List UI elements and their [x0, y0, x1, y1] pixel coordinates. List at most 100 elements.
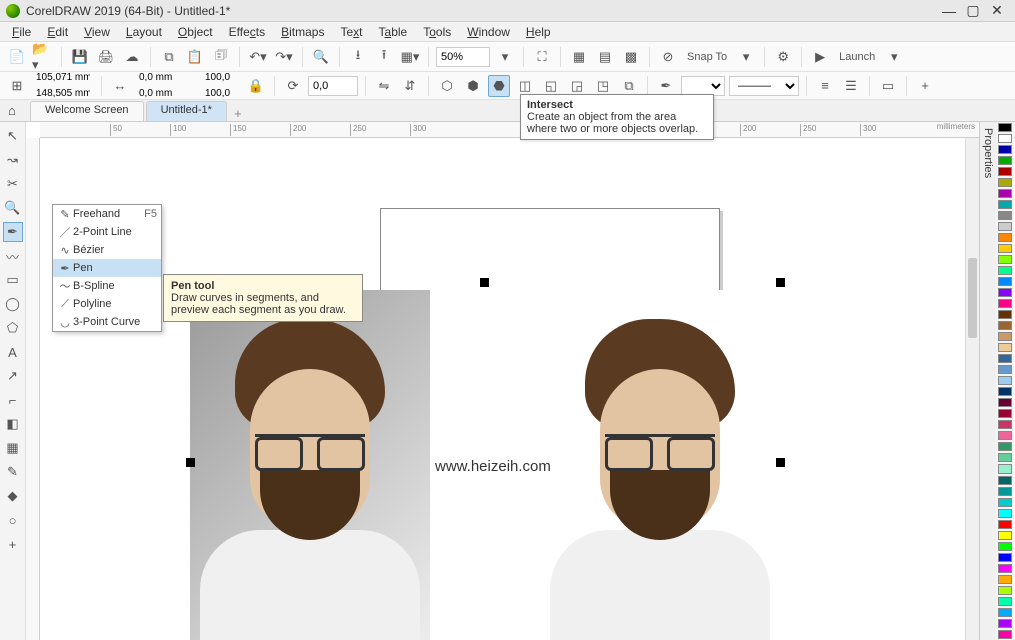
save-button[interactable]: 💾	[69, 46, 91, 68]
color-swatch[interactable]	[998, 332, 1012, 341]
flyout-freehand[interactable]: ✎ Freehand F5	[53, 205, 161, 223]
color-swatch[interactable]	[998, 509, 1012, 518]
connector-tool[interactable]: ⌐	[3, 390, 23, 410]
pick-tool[interactable]: ↖	[3, 126, 23, 146]
add-tab-button[interactable]: +	[229, 106, 247, 121]
polygon-tool[interactable]: ⬠	[3, 318, 23, 338]
vertical-scrollbar[interactable]	[965, 138, 979, 640]
menu-object[interactable]: Object	[170, 23, 221, 41]
selection-handle[interactable]	[776, 278, 785, 287]
trim-button[interactable]: ⬢	[462, 75, 484, 97]
color-swatch[interactable]	[998, 288, 1012, 297]
snap-off-button[interactable]: ⊘	[657, 46, 679, 68]
rotation-input[interactable]	[308, 76, 358, 96]
color-swatch[interactable]	[998, 233, 1012, 242]
zoom-dropdown-icon[interactable]: ▾	[494, 46, 516, 68]
color-swatch[interactable]	[998, 365, 1012, 374]
crop-tool[interactable]: ✂	[3, 174, 23, 194]
paste-button[interactable]: 📋	[184, 46, 206, 68]
properties-docker-tab[interactable]: Properties	[979, 122, 996, 640]
drawing-canvas[interactable]: www.heizeih.com	[40, 138, 1015, 640]
publish-button[interactable]: ▦▾	[399, 46, 421, 68]
menu-edit[interactable]: Edit	[39, 23, 76, 41]
eyedropper-tool[interactable]: ✎	[3, 462, 23, 482]
bitmap-image-left[interactable]	[190, 290, 430, 640]
line-style-select[interactable]: ———	[729, 76, 799, 96]
order-button[interactable]: ☰	[840, 75, 862, 97]
color-swatch[interactable]	[998, 531, 1012, 540]
new-doc-button[interactable]: 📄	[6, 46, 28, 68]
color-swatch[interactable]	[998, 597, 1012, 606]
intersect-button[interactable]: ⬣	[488, 75, 510, 97]
color-swatch[interactable]	[998, 464, 1012, 473]
menu-layout[interactable]: Layout	[118, 23, 170, 41]
color-swatch[interactable]	[998, 200, 1012, 209]
mirror-v-button[interactable]: ⇵	[399, 75, 421, 97]
snap-options-button[interactable]: ▩	[620, 46, 642, 68]
color-swatch[interactable]	[998, 553, 1012, 562]
undo-button[interactable]: ↶▾	[247, 46, 269, 68]
color-swatch[interactable]	[998, 442, 1012, 451]
wrap-text-button[interactable]: ≡	[814, 75, 836, 97]
outline-width-select[interactable]	[681, 76, 725, 96]
color-swatch[interactable]	[998, 211, 1012, 220]
color-swatch[interactable]	[998, 487, 1012, 496]
minimize-button[interactable]: —	[937, 3, 961, 19]
cloud-button[interactable]: ☁	[121, 46, 143, 68]
search-button[interactable]: 🔍	[310, 46, 332, 68]
launch-icon[interactable]: ▶	[809, 46, 831, 68]
flyout-bezier[interactable]: ∿ Bézier	[53, 241, 161, 259]
tab-welcome[interactable]: Welcome Screen	[30, 101, 144, 121]
color-swatch[interactable]	[998, 476, 1012, 485]
mirror-h-button[interactable]: ⇋	[373, 75, 395, 97]
shape-tool[interactable]: ↝	[3, 150, 23, 170]
scale-x-input[interactable]	[201, 70, 241, 86]
transparency-tool[interactable]: ▦	[3, 438, 23, 458]
menu-effects[interactable]: Effects	[221, 23, 273, 41]
drop-shadow-tool[interactable]: ◧	[3, 414, 23, 434]
color-swatch[interactable]	[998, 387, 1012, 396]
flyout-2point[interactable]: ／ 2-Point Line	[53, 223, 161, 241]
color-swatch[interactable]	[998, 398, 1012, 407]
menu-file[interactable]: File	[4, 23, 39, 41]
color-swatch[interactable]	[998, 299, 1012, 308]
color-swatch[interactable]	[998, 354, 1012, 363]
color-swatch[interactable]	[998, 630, 1012, 639]
height-input[interactable]	[135, 86, 197, 102]
scrollbar-thumb[interactable]	[968, 258, 977, 338]
options-button[interactable]: ⚙	[772, 46, 794, 68]
color-swatch[interactable]	[998, 376, 1012, 385]
fill-tool[interactable]: ◆	[3, 486, 23, 506]
chevron-down-icon[interactable]: ▾	[883, 46, 905, 68]
color-swatch[interactable]	[998, 564, 1012, 573]
fullscreen-button[interactable]: ⛶	[531, 46, 553, 68]
color-swatch[interactable]	[998, 420, 1012, 429]
selection-handle[interactable]	[480, 278, 489, 287]
grid-button[interactable]: ▦	[568, 46, 590, 68]
zoom-input[interactable]	[436, 47, 490, 67]
weld-button[interactable]: ⬡	[436, 75, 458, 97]
add-tool-button[interactable]: +	[3, 534, 23, 554]
tab-untitled[interactable]: Untitled-1*	[146, 101, 227, 121]
menu-table[interactable]: Table	[371, 23, 416, 41]
flyout-pen[interactable]: ✒ Pen	[53, 259, 161, 277]
color-swatch[interactable]	[998, 431, 1012, 440]
color-swatch[interactable]	[998, 244, 1012, 253]
color-swatch[interactable]	[998, 586, 1012, 595]
redo-button[interactable]: ↷▾	[273, 46, 295, 68]
color-swatch[interactable]	[998, 123, 1012, 132]
color-swatch[interactable]	[998, 310, 1012, 319]
color-swatch[interactable]	[998, 178, 1012, 187]
color-swatch[interactable]	[998, 134, 1012, 143]
menu-window[interactable]: Window	[459, 23, 518, 41]
object-origin-icon[interactable]: ⊞	[6, 75, 28, 97]
size-icon[interactable]: ↔	[109, 75, 131, 97]
color-swatch[interactable]	[998, 156, 1012, 165]
print-button[interactable]: 🖨	[95, 46, 117, 68]
menu-bitmaps[interactable]: Bitmaps	[273, 23, 332, 41]
add-button[interactable]: +	[914, 75, 936, 97]
color-swatch[interactable]	[998, 145, 1012, 154]
color-swatch[interactable]	[998, 222, 1012, 231]
color-swatch[interactable]	[998, 520, 1012, 529]
export-button[interactable]: ⭱	[373, 46, 395, 68]
